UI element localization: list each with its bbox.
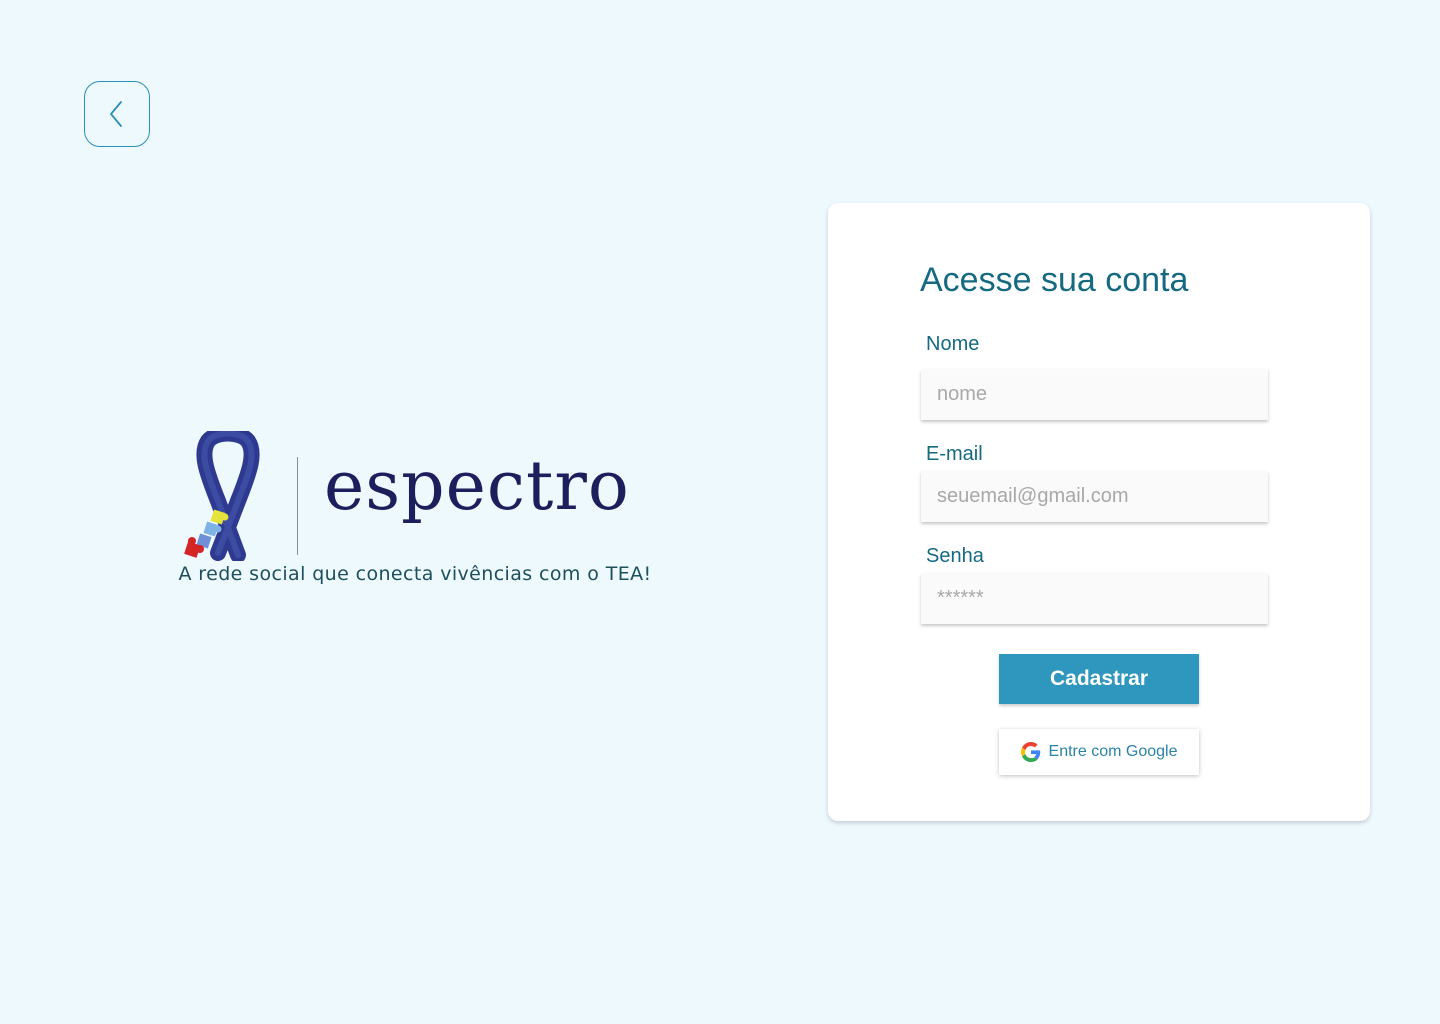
chevron-left-icon <box>110 101 122 127</box>
awareness-ribbon-puzzle-icon <box>184 431 260 561</box>
brand-name: espectro <box>324 447 630 526</box>
brand-logo: espectro A rede social que conecta vivên… <box>150 425 690 595</box>
email-label: E-mail <box>926 443 983 465</box>
name-label: Nome <box>926 333 980 355</box>
password-label: Senha <box>926 545 984 567</box>
back-button[interactable] <box>84 81 150 147</box>
google-signin-label: Entre com Google <box>1048 743 1178 760</box>
name-input[interactable] <box>921 369 1268 420</box>
password-input[interactable] <box>921 573 1268 624</box>
page-title: Acesse sua conta <box>920 261 1189 299</box>
email-input[interactable] <box>921 471 1268 522</box>
brand-tagline: A rede social que conecta vivências com … <box>178 563 652 585</box>
register-button[interactable]: Cadastrar <box>999 654 1199 704</box>
brand-divider <box>297 457 298 555</box>
login-card: Acesse sua conta Nome E-mail Senha Cadas… <box>828 203 1370 821</box>
google-signin-button[interactable]: Entre com Google <box>999 729 1199 775</box>
google-icon <box>1020 742 1040 762</box>
